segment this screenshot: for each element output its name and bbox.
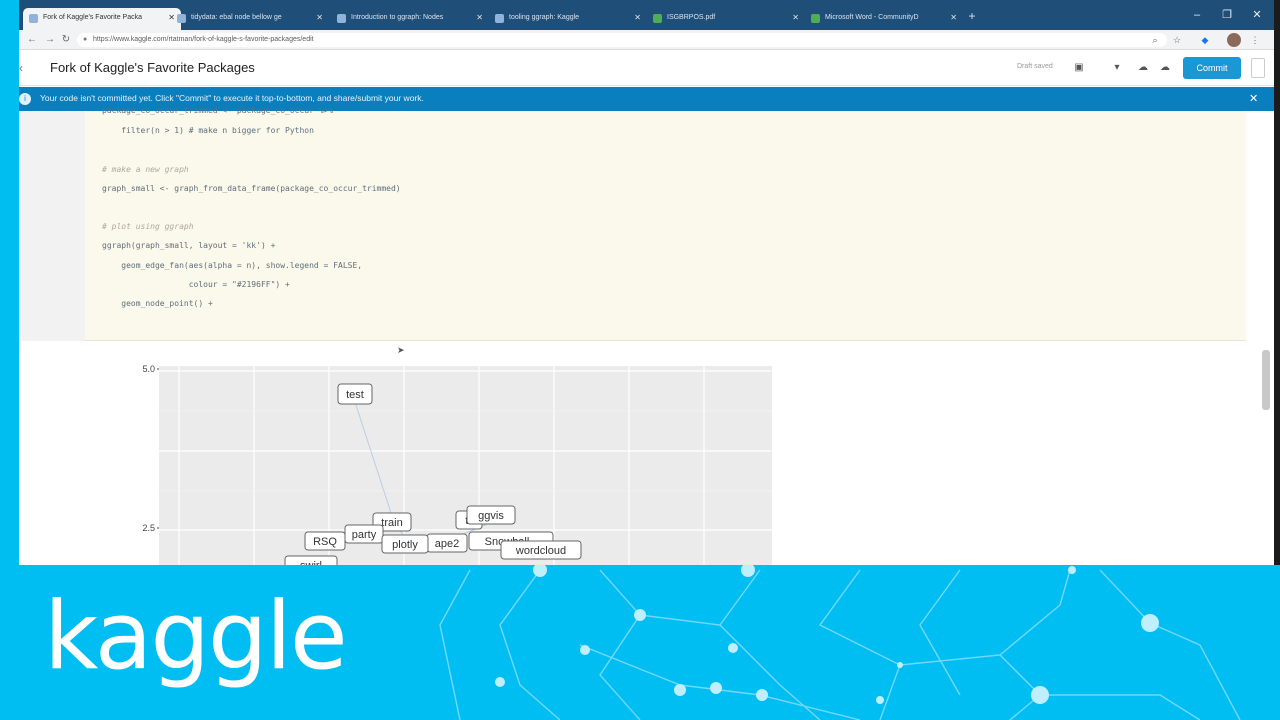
kernel-title: Fork of Kaggle's Favorite Packages: [50, 60, 255, 75]
draft-status: Draft saved: [1017, 63, 1053, 70]
url-field[interactable]: ● https://www.kaggle.com/rtatman/fork-of-…: [77, 33, 1167, 47]
node-label: ape2: [435, 538, 459, 550]
tab-github[interactable]: tidydata: ebal node bellow ge ✕: [171, 8, 329, 30]
cell-gutter: [19, 111, 85, 341]
mouse-cursor-icon: ➤: [397, 345, 405, 355]
y-tick-label: 2.5: [142, 523, 155, 533]
browser-window: Fork of Kaggle's Favorite Packa ✕ tidydat…: [19, 0, 1274, 565]
tab-label: tooling ggraph: Kaggle: [509, 14, 580, 21]
screen: Fork of Kaggle's Favorite Packa ✕ tidydat…: [0, 0, 1280, 720]
y-tick-label: 5.0: [142, 364, 155, 374]
back-icon[interactable]: ←: [25, 33, 39, 47]
bookmark-star-icon[interactable]: ☆: [1171, 34, 1183, 46]
tab-label: tidydata: ebal node bellow ge: [191, 14, 282, 21]
address-bar: ← → ↻ ● https://www.kaggle.com/rtatman/fo…: [19, 30, 1274, 50]
code-line: ggraph(graph_small, layout = 'kk') +: [102, 241, 276, 250]
search-icon[interactable]: ⌕: [1149, 34, 1161, 46]
node-label: ggvis: [478, 510, 504, 522]
kaggle-banner: kaggle: [0, 565, 1280, 720]
reload-icon[interactable]: ↻: [59, 33, 73, 47]
cloud-upload-icon[interactable]: ☁: [1157, 59, 1173, 77]
right-border: [1274, 0, 1280, 565]
minimize-button[interactable]: –: [1187, 6, 1207, 24]
site-favicon-icon: [337, 14, 346, 23]
node-label: RSQ: [313, 536, 337, 548]
url-text: https://www.kaggle.com/rtatman/fork-of-k…: [93, 36, 314, 43]
close-tab-icon[interactable]: ✕: [950, 8, 957, 28]
close-window-button[interactable]: ✕: [1247, 6, 1267, 24]
left-border: [0, 0, 19, 565]
close-tab-icon[interactable]: ✕: [792, 8, 799, 28]
tab-label: Fork of Kaggle's Favorite Packa: [43, 14, 142, 21]
node-label: train: [381, 517, 402, 529]
dropdown-arrow-icon[interactable]: ▾: [1109, 59, 1125, 77]
forward-icon[interactable]: →: [43, 33, 57, 47]
node-label: plotly: [392, 539, 418, 551]
tab-bar: Fork of Kaggle's Favorite Packa ✕ tidydat…: [19, 0, 1274, 30]
code-line: filter(n > 1) # make n bigger for Python: [102, 126, 314, 135]
profile-avatar[interactable]: [1227, 33, 1241, 47]
ggraph-plot: 5.0 2.5 test train party RSQ ape2 plotly…: [142, 364, 772, 565]
sidebar-toggle-icon[interactable]: [1251, 58, 1265, 78]
page-scrollbar[interactable]: [1262, 350, 1270, 410]
info-icon: i: [19, 93, 31, 105]
node-label: wordcloud: [515, 545, 566, 557]
node-label: test: [346, 389, 364, 401]
tab-label: Microsoft Word - CommunityD: [825, 14, 919, 21]
fullscreen-icon[interactable]: ▣: [1071, 59, 1087, 77]
close-tab-icon[interactable]: ✕: [634, 8, 641, 28]
tab-word[interactable]: Microsoft Word - CommunityD ✕: [805, 8, 963, 30]
notice-text: Your code isn't committed yet. Click "Co…: [40, 93, 424, 103]
kaggle-favicon-icon: [29, 14, 38, 23]
code-line: geom_node_point() +: [102, 299, 213, 308]
tab-label: Introduction to ggraph: Nodes: [351, 14, 444, 21]
code-cell[interactable]: package_co_occur_trimmed <- package_co_o…: [19, 106, 1246, 341]
code-comment: # plot using ggraph: [102, 222, 194, 231]
cloud-download-icon[interactable]: ☁: [1135, 59, 1151, 77]
tab-ggraph-intro[interactable]: Introduction to ggraph: Nodes ✕: [331, 8, 489, 30]
new-tab-button[interactable]: +: [964, 8, 980, 24]
code-line: geom_edge_fan(aes(alpha = n), show.legen…: [102, 261, 363, 270]
tab-kernel[interactable]: Fork of Kaggle's Favorite Packa ✕: [23, 8, 181, 30]
tab-label: ISGBRPOS.pdf: [667, 14, 716, 21]
close-tab-icon[interactable]: ✕: [316, 8, 323, 28]
kaggle-logo: kaggle: [44, 582, 348, 691]
commit-button[interactable]: Commit: [1183, 57, 1241, 79]
kaggle-favicon-icon: [495, 14, 504, 23]
extension-icon[interactable]: ◆: [1199, 34, 1211, 46]
lock-icon: ●: [83, 36, 88, 43]
node-label: party: [352, 529, 377, 541]
tab-tooling[interactable]: tooling ggraph: Kaggle ✕: [489, 8, 647, 30]
doc-favicon-icon: [811, 14, 820, 23]
maximize-button[interactable]: ❐: [1217, 6, 1237, 24]
github-favicon-icon: [177, 14, 186, 23]
close-notice-icon[interactable]: ✕: [1249, 92, 1258, 105]
kernel-header: ‹ Fork of Kaggle's Favorite Packages Dra…: [19, 51, 1274, 86]
code-line: colour = "#2196FF") +: [102, 280, 290, 289]
back-to-kernels-icon[interactable]: ‹: [19, 61, 31, 75]
pdf-favicon-icon: [653, 14, 662, 23]
close-tab-icon[interactable]: ✕: [476, 8, 483, 28]
code-line: graph_small <- graph_from_data_frame(pac…: [102, 184, 401, 193]
tab-pdf[interactable]: ISGBRPOS.pdf ✕: [647, 8, 805, 30]
code-line: package_co_occur_trimmed <- package_co_o…: [102, 106, 334, 115]
code-comment: # make a new graph: [102, 165, 189, 174]
menu-kebab-icon[interactable]: ⋮: [1249, 34, 1261, 46]
